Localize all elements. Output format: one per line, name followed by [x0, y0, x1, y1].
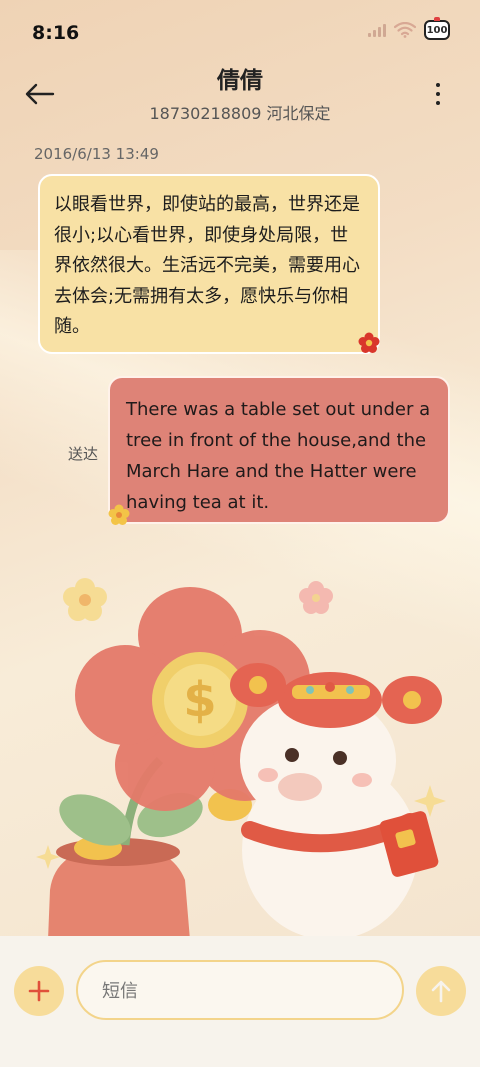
arrow-up-icon [431, 980, 451, 1003]
message-input[interactable]: 短信 [76, 960, 404, 1020]
yellow-flower-icon [108, 504, 130, 525]
status-time: 8:16 [32, 22, 80, 44]
contact-name: 倩倩 [217, 68, 263, 94]
add-attachment-button[interactable] [14, 966, 64, 1016]
outgoing-message-bubble[interactable]: There was a table set out under a tree i… [108, 376, 450, 524]
wallpaper-illustration: $ [36, 578, 446, 940]
contact-detail: 18730218809 河北保定 [149, 104, 331, 123]
battery-icon: 100 [424, 17, 450, 40]
send-button[interactable] [416, 966, 466, 1016]
svg-text:$: $ [183, 672, 216, 728]
status-icons: 100 [368, 17, 450, 40]
wifi-icon [394, 22, 416, 38]
contact-info[interactable]: 倩倩 18730218809 河北保定 [0, 66, 480, 124]
message-timestamp: 2016/6/13 13:49 [34, 145, 159, 163]
message-input-placeholder: 短信 [102, 981, 138, 1002]
battery-level: 100 [426, 24, 448, 36]
incoming-message-bubble[interactable]: 以眼看世界，即使站的最高，世界还是很小;以心看世界，即使身处局限，世界依然很大。… [38, 174, 380, 354]
small-pink-flower [299, 581, 333, 614]
plus-icon [28, 980, 50, 1002]
signal-icon [368, 23, 386, 37]
delivery-status: 送达 [68, 445, 99, 463]
status-bar: 8:16 100 [0, 0, 480, 68]
red-flower-icon [358, 332, 380, 353]
conversation-header: 倩倩 18730218809 河北保定 [0, 62, 480, 126]
incoming-message-text: 以眼看世界，即使站的最高，世界还是很小;以心看世界，即使身处局限，世界依然很大。… [54, 194, 360, 337]
small-yellow-flower [63, 578, 107, 621]
outgoing-message-text: There was a table set out under a tree i… [126, 399, 431, 513]
more-options-button[interactable] [430, 78, 446, 110]
more-vertical-icon [436, 83, 440, 87]
message-composer: 短信 [0, 936, 480, 1067]
